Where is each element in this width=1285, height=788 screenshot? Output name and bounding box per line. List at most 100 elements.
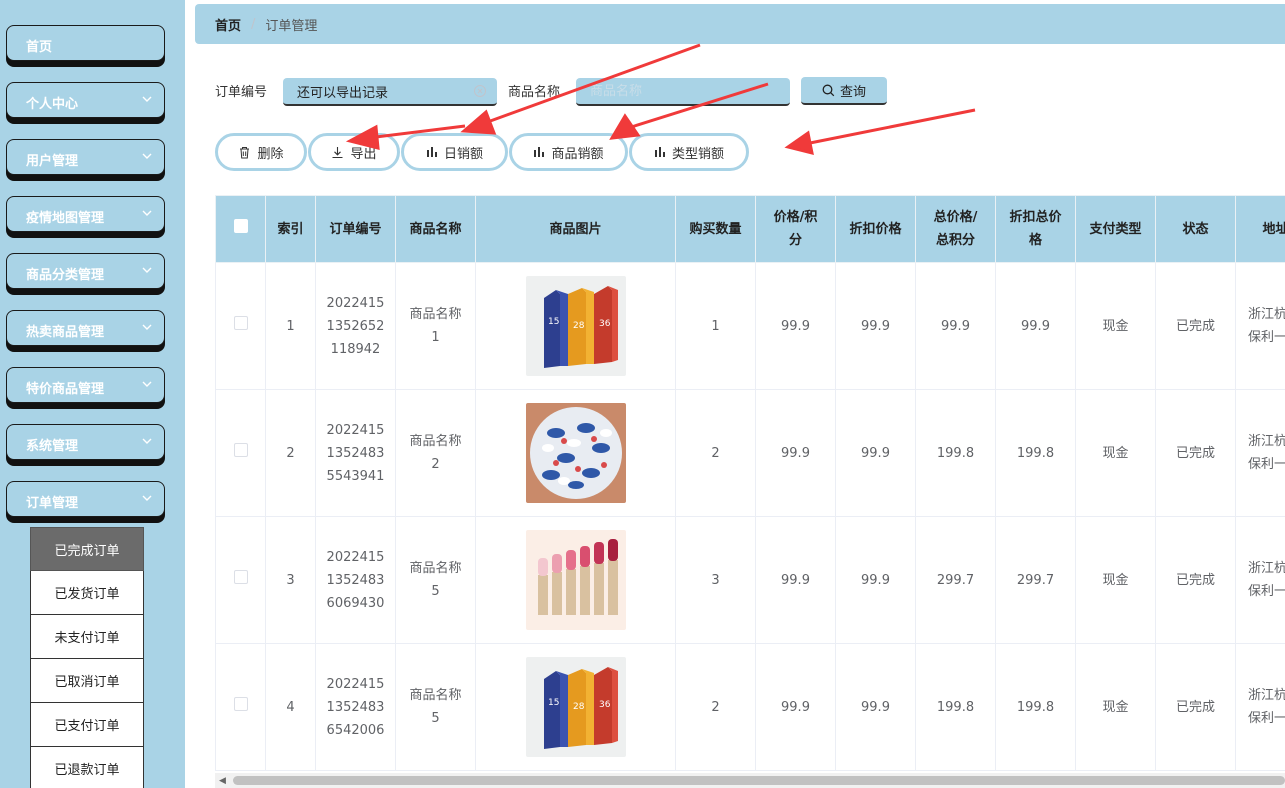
column-header-product-name[interactable]: 商品名称 [395, 195, 476, 263]
table-row[interactable]: 4 2022415 1352483 6542006 商品名称 5 28 15 36 2 9… [215, 643, 1285, 771]
column-header-price[interactable]: 价格/积分 [755, 195, 836, 263]
product-name-input[interactable] [576, 78, 790, 106]
download-icon [332, 146, 343, 158]
product-image-candy-bowl[interactable] [525, 403, 626, 503]
select-all-checkbox[interactable] [233, 218, 248, 233]
svg-text:15: 15 [548, 317, 559, 327]
row-checkbox[interactable] [233, 569, 248, 584]
status-cell: 已完成 [1155, 389, 1236, 517]
address-part: 浙江杭 [1248, 434, 1285, 449]
table-row[interactable]: 2 2022415 1352483 5543941 商品名称 2 2 99.9 99.… [215, 389, 1285, 517]
scroll-left-icon[interactable]: ◀ [219, 776, 226, 786]
scrollbar-thumb[interactable] [233, 776, 1285, 785]
submenu-completed-orders[interactable]: 已完成订单 [30, 527, 144, 571]
sidebar-item-user-management[interactable]: 用户管理 [6, 139, 165, 175]
chevron-down-icon [142, 381, 152, 387]
order-no-part: 1352483 [326, 572, 385, 588]
order-no-cell: 2022415 1352483 5543941 [315, 389, 396, 517]
product-name-part: 商品名称 [409, 688, 462, 703]
price-cell: 99.9 [755, 262, 836, 390]
sidebar-item-label: 订单管理 [26, 496, 79, 511]
sidebar-item-product-category[interactable]: 商品分类管理 [6, 253, 165, 289]
product-image-juice-cartons[interactable]: 28 15 36 [525, 276, 626, 376]
discount-total-cell: 199.8 [995, 643, 1076, 771]
column-header-status[interactable]: 状态 [1155, 195, 1236, 263]
sidebar-item-order-management[interactable]: 订单管理 [6, 481, 165, 517]
product-sales-button[interactable]: 商品销额 [509, 133, 628, 171]
column-header-text: 折扣总价 [1009, 210, 1062, 225]
clear-icon[interactable] [473, 84, 487, 98]
sidebar-item-special-products[interactable]: 特价商品管理 [6, 367, 165, 403]
column-header-address[interactable]: 地址 [1235, 195, 1285, 263]
discount-cell: 99.9 [835, 516, 916, 644]
image-cell: 28 15 36 [475, 262, 676, 390]
query-button[interactable]: 查询 [801, 77, 887, 105]
row-select-cell [215, 389, 266, 517]
sidebar-item-epidemic-map[interactable]: 疫情地图管理 [6, 196, 165, 232]
submenu-paid-orders[interactable]: 已支付订单 [30, 703, 144, 747]
product-name-part: 商品名称 [409, 434, 462, 449]
table-row[interactable]: 3 2022415 1352483 6069430 商品名称 5 3 99.9 99.… [215, 516, 1285, 644]
address-part: 浙江杭 [1248, 688, 1285, 703]
column-header-qty[interactable]: 购买数量 [675, 195, 756, 263]
row-checkbox[interactable] [233, 442, 248, 457]
index-cell: 2 [265, 389, 316, 517]
status-cell: 已完成 [1155, 516, 1236, 644]
status-cell: 已完成 [1155, 643, 1236, 771]
svg-text:36: 36 [599, 319, 611, 329]
orders-table: 索引 订单编号 商品名称 商品图片 购买数量 价格/积分 折扣价格 总价格/总积… [215, 195, 1285, 773]
product-name-part: 2 [431, 457, 440, 472]
sidebar-item-system-management[interactable]: 系统管理 [6, 424, 165, 460]
order-no-part: 2022415 [326, 549, 385, 565]
row-checkbox[interactable] [233, 696, 248, 711]
product-image-juice-cartons[interactable]: 28 15 36 [525, 657, 626, 757]
image-cell [475, 516, 676, 644]
total-cell: 99.9 [915, 262, 996, 390]
index-cell: 1 [265, 262, 316, 390]
column-header-index[interactable]: 索引 [265, 195, 316, 263]
row-checkbox[interactable] [233, 315, 248, 330]
query-button-label: 查询 [839, 83, 866, 99]
breadcrumb: 首页 / 订单管理 [195, 4, 1285, 44]
address-part: 保利一 [1248, 330, 1285, 345]
image-cell: 28 15 36 [475, 643, 676, 771]
total-cell: 299.7 [915, 516, 996, 644]
order-no-input[interactable] [283, 78, 497, 106]
order-no-part: 1352483 [326, 699, 385, 715]
order-no-part: 2022415 [326, 295, 385, 311]
submenu-unpaid-orders[interactable]: 未支付订单 [30, 615, 144, 659]
submenu-cancelled-orders[interactable]: 已取消订单 [30, 659, 144, 703]
submenu-shipped-orders[interactable]: 已发货订单 [30, 571, 144, 615]
order-no-cell: 2022415 1352483 6542006 [315, 643, 396, 771]
index-cell: 3 [265, 516, 316, 644]
sidebar-item-hot-products[interactable]: 热卖商品管理 [6, 310, 165, 346]
pay-type-cell: 现金 [1075, 262, 1156, 390]
sidebar-item-home[interactable]: 首页 [6, 25, 165, 61]
column-header-pay-type[interactable]: 支付类型 [1075, 195, 1156, 263]
breadcrumb-home[interactable]: 首页 [215, 15, 241, 34]
column-header-image[interactable]: 商品图片 [475, 195, 676, 263]
qty-cell: 2 [675, 389, 756, 517]
export-button[interactable]: 导出 [308, 133, 400, 171]
submenu-refunded-orders[interactable]: 已退款订单 [30, 747, 144, 788]
pay-type-cell: 现金 [1075, 516, 1156, 644]
column-header-total[interactable]: 总价格/总积分 [915, 195, 996, 263]
sidebar-item-personal-center[interactable]: 个人中心 [6, 82, 165, 118]
category-sales-button[interactable]: 类型销额 [629, 133, 749, 171]
bar-chart-icon [534, 147, 545, 157]
daily-sales-button[interactable]: 日销额 [401, 133, 508, 171]
product-image-lipsticks[interactable] [525, 530, 626, 630]
export-button-label: 导出 [350, 146, 377, 162]
trash-icon [240, 146, 250, 158]
column-header-discount[interactable]: 折扣价格 [835, 195, 916, 263]
delete-button[interactable]: 删除 [215, 133, 307, 171]
status-cell: 已完成 [1155, 262, 1236, 390]
discount-total-cell: 99.9 [995, 262, 1076, 390]
horizontal-scrollbar[interactable]: ◀ [215, 773, 1285, 788]
index-cell: 4 [265, 643, 316, 771]
column-header-order-no[interactable]: 订单编号 [315, 195, 396, 263]
table-row[interactable]: 1 2022415 1352652 118942 商品名称 1 28 15 36 1 99… [215, 262, 1285, 390]
order-no-label: 订单编号 [215, 85, 268, 100]
total-cell: 199.8 [915, 389, 996, 517]
column-header-discount-total[interactable]: 折扣总价格 [995, 195, 1076, 263]
